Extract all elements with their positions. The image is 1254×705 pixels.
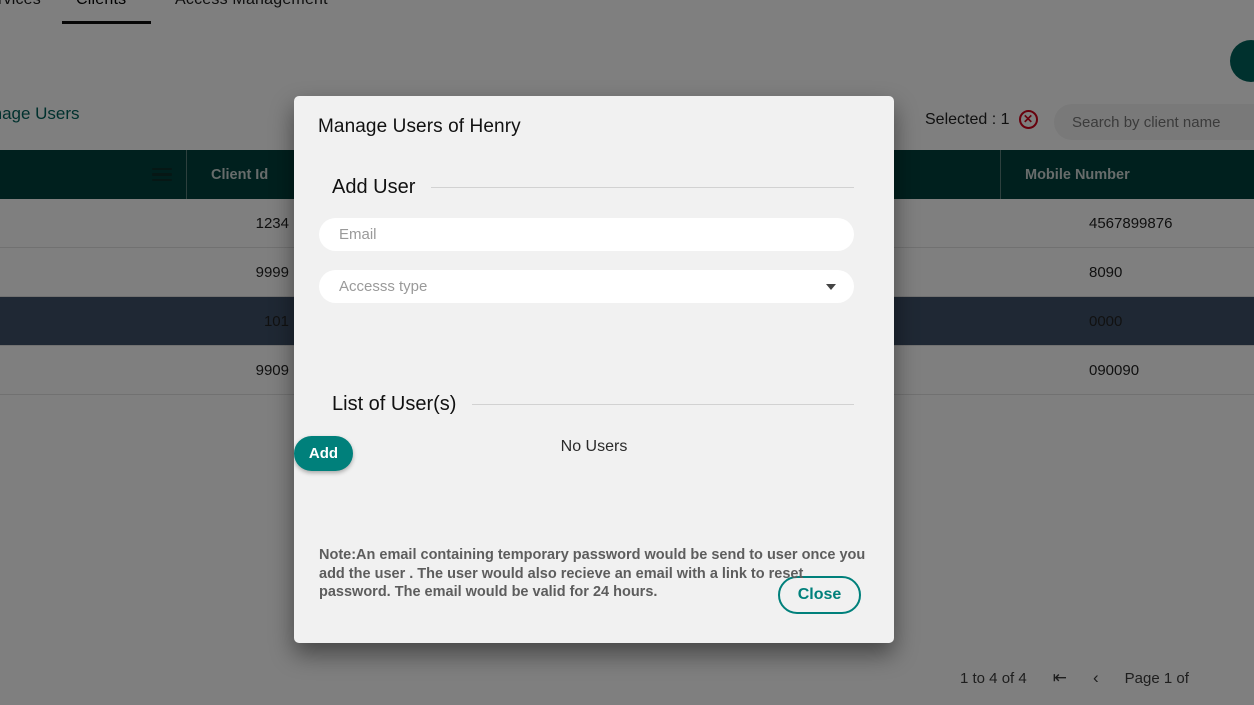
add-user-section-label: Add User [332, 176, 416, 198]
dialog-title: Manage Users of Henry [318, 116, 521, 137]
access-type-select[interactable]: Accesss type [319, 270, 854, 303]
email-field[interactable] [319, 218, 854, 251]
section-divider [431, 187, 854, 188]
dialog-note: Note:An email containing temporary passw… [319, 547, 866, 600]
list-of-users-section-header: List of User(s) [332, 393, 854, 416]
add-user-section-header: Add User [332, 176, 854, 199]
list-of-users-section-label: List of User(s) [332, 393, 457, 415]
manage-users-dialog: Manage Users of Henry Add User Accesss t… [294, 96, 894, 643]
section-divider [472, 404, 854, 405]
app-root: Services Clients Access Management Manag… [0, 0, 1254, 705]
access-type-select-wrapper: Accesss type [319, 270, 854, 303]
empty-users-message: No Users [560, 438, 628, 455]
